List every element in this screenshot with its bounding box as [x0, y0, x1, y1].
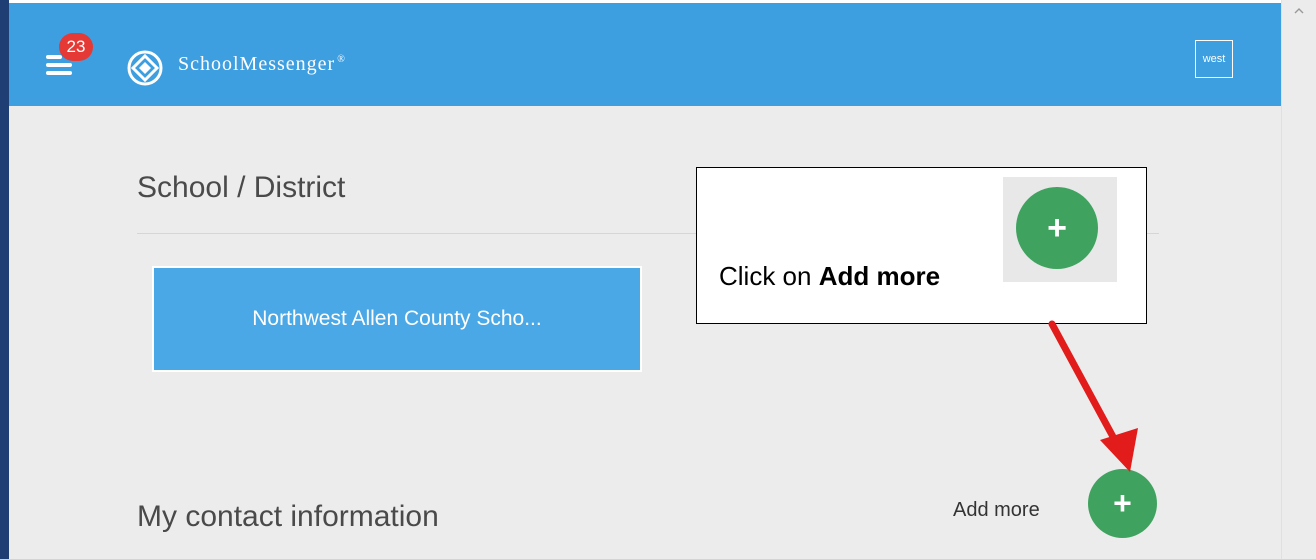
window-left-edge	[0, 0, 9, 559]
chevron-up-icon[interactable]	[1294, 6, 1304, 16]
app-header: 23 SchoolMessenger ® west	[9, 3, 1281, 106]
brand-name: SchoolMessenger ®	[178, 53, 346, 75]
plus-icon: +	[1113, 485, 1132, 521]
vertical-scrollbar[interactable]	[1281, 0, 1316, 559]
schoolmessenger-logo-icon	[127, 50, 163, 86]
district-card[interactable]: Northwest Allen County Scho...	[154, 268, 640, 370]
user-avatar[interactable]: west	[1195, 40, 1233, 78]
callout-button-thumbnail: +	[1003, 177, 1117, 282]
contact-info-heading: My contact information	[137, 500, 439, 533]
instruction-callout: Click on Add more +	[696, 167, 1147, 324]
notification-badge[interactable]: 23	[59, 33, 93, 61]
plus-icon: +	[1016, 187, 1098, 269]
red-arrow-annotation	[1048, 320, 1138, 472]
callout-text: Click on Add more	[719, 261, 941, 291]
add-more-label[interactable]: Add more	[953, 499, 1040, 522]
school-district-heading: School / District	[137, 171, 346, 204]
